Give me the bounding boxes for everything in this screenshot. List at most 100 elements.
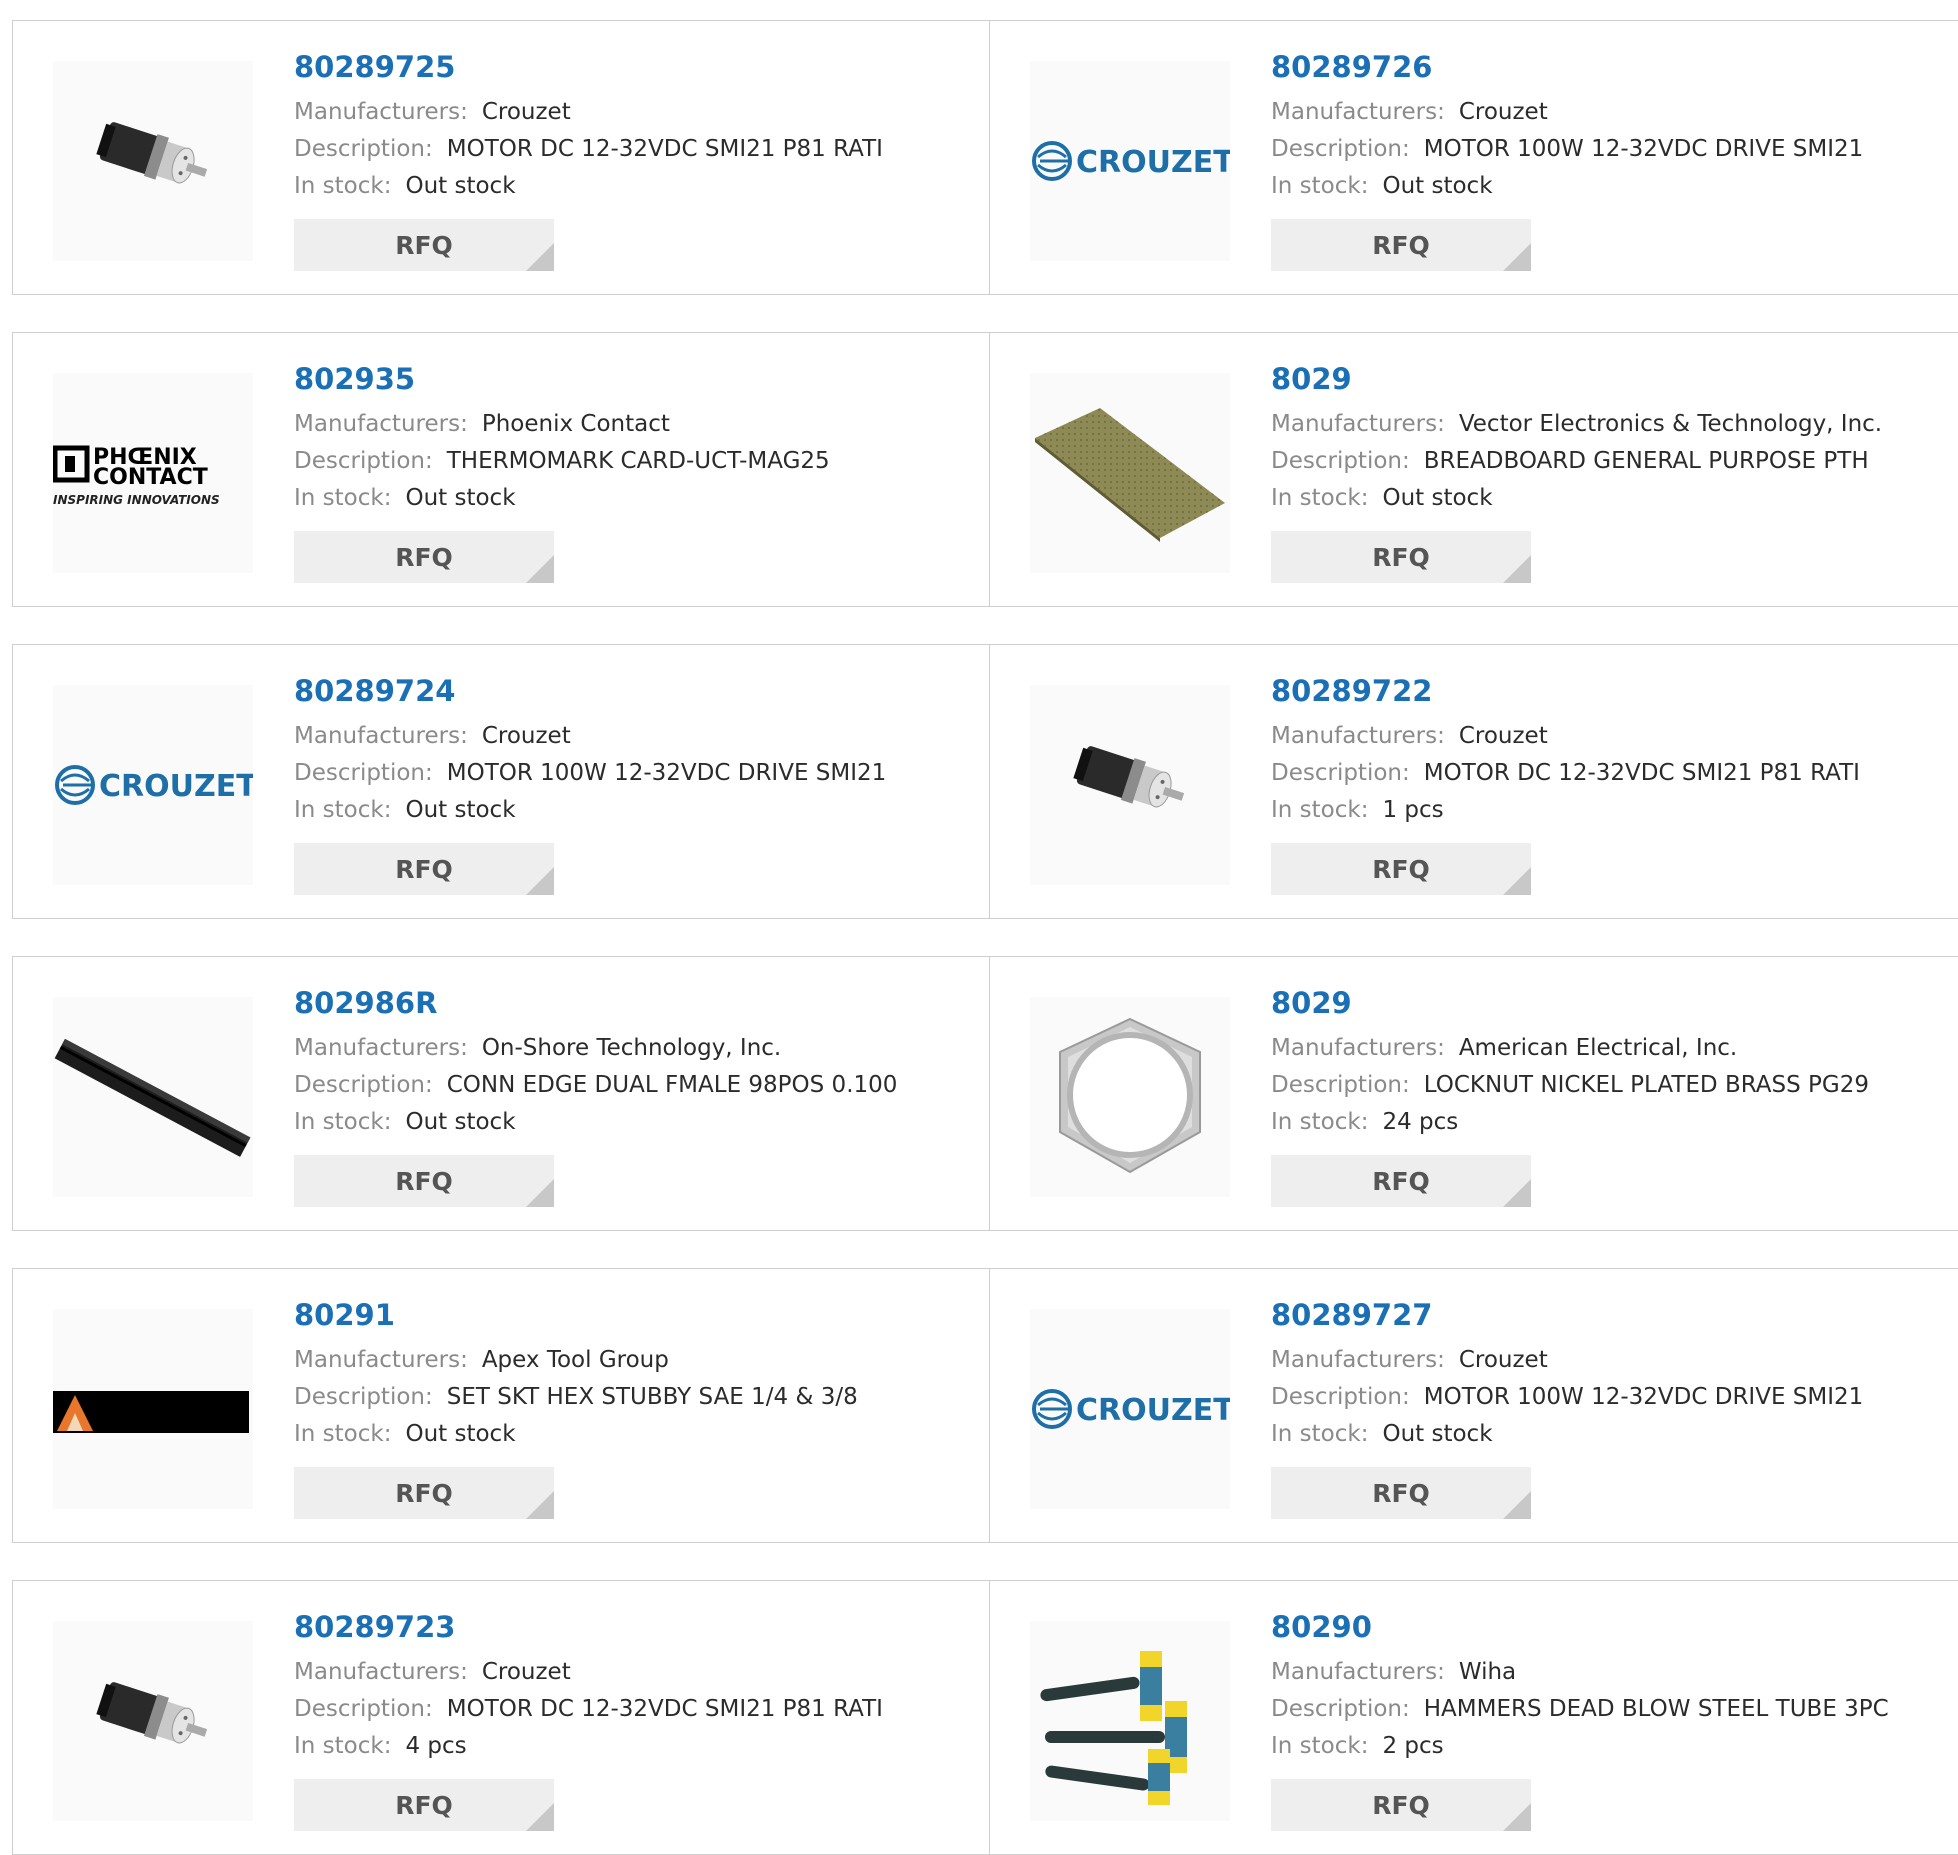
rfq-button[interactable]: RFQ	[294, 843, 554, 895]
part-number-link[interactable]: 8029	[1271, 985, 1948, 1021]
crouzet-logo-icon: CROUZET	[1032, 141, 1230, 181]
part-number-link[interactable]: 802935	[294, 361, 979, 397]
stock-label: In stock:	[1271, 1733, 1369, 1759]
crouzet-logo[interactable]: CROUZET	[1030, 61, 1230, 261]
manufacturer-value: On-Shore Technology, Inc.	[481, 1035, 782, 1061]
locknut-photo-icon	[1059, 1017, 1201, 1174]
locknut-photo[interactable]	[1030, 997, 1230, 1197]
part-number-link[interactable]: 80289723	[294, 1609, 979, 1645]
part-number-link[interactable]: 80290	[1271, 1609, 1948, 1645]
stock-value: 1 pcs	[1382, 797, 1444, 823]
part-number-link[interactable]: 80289727	[1271, 1297, 1948, 1333]
motor-photo-icon	[96, 1682, 208, 1744]
motor-photo[interactable]	[1030, 685, 1230, 885]
manufacturer-row: Manufacturers: Vector Electronics & Techn…	[1271, 406, 1948, 443]
rfq-corner-decoration	[1503, 1179, 1531, 1207]
stock-label: In stock:	[294, 1733, 392, 1759]
product-info: 80289723 Manufacturers: Crouzet Descripti…	[294, 1609, 979, 1831]
description-row: Description: MOTOR DC 12-32VDC SMI21 P81 …	[294, 1691, 979, 1728]
stock-value: Out stock	[405, 1109, 516, 1135]
manufacturer-value: Vector Electronics & Technology, Inc.	[1458, 411, 1883, 437]
stock-label: In stock:	[294, 173, 392, 199]
description-value: MOTOR 100W 12-32VDC DRIVE SMI21	[1423, 136, 1864, 162]
rfq-button[interactable]: RFQ	[294, 1467, 554, 1519]
apex-tool-logo-icon	[53, 1391, 249, 1433]
part-number-link[interactable]: 80291	[294, 1297, 979, 1333]
description-row: Description: THERMOMARK CARD-UCT-MAG25	[294, 443, 979, 480]
description-value: CONN EDGE DUAL FMALE 98POS 0.100	[446, 1072, 898, 1098]
manufacturer-value: Crouzet	[1458, 1347, 1548, 1373]
rfq-corner-decoration	[526, 1803, 554, 1831]
stock-label: In stock:	[294, 1109, 392, 1135]
part-number-link[interactable]: 80289724	[294, 673, 979, 709]
description-label: Description:	[1271, 1696, 1410, 1722]
rfq-button[interactable]: RFQ	[1271, 1155, 1531, 1207]
rfq-button[interactable]: RFQ	[1271, 843, 1531, 895]
stock-row: In stock: 4 pcs	[294, 1728, 979, 1765]
breadboard-photo[interactable]	[1030, 373, 1230, 573]
rfq-corner-decoration	[526, 1179, 554, 1207]
manufacturer-value: Wiha	[1458, 1659, 1517, 1685]
manufacturer-value: Apex Tool Group	[481, 1347, 669, 1373]
product-card: 80289722 Manufacturers: Crouzet Descripti…	[990, 644, 1958, 919]
rfq-label: RFQ	[1372, 1166, 1430, 1196]
description-label: Description:	[294, 1696, 433, 1722]
rfq-button[interactable]: RFQ	[294, 1779, 554, 1831]
rfq-button[interactable]: RFQ	[1271, 531, 1531, 583]
rfq-corner-decoration	[1503, 243, 1531, 271]
part-number-link[interactable]: 80289722	[1271, 673, 1948, 709]
manufacturer-row: Manufacturers: Apex Tool Group	[294, 1342, 979, 1379]
rfq-button[interactable]: RFQ	[294, 531, 554, 583]
rfq-label: RFQ	[1372, 1790, 1430, 1820]
part-number-link[interactable]: 80289725	[294, 49, 979, 85]
stock-label: In stock:	[1271, 173, 1369, 199]
description-label: Description:	[294, 448, 433, 474]
product-card: 80289723 Manufacturers: Crouzet Descripti…	[12, 1580, 990, 1855]
rfq-button[interactable]: RFQ	[1271, 1467, 1531, 1519]
part-number-link[interactable]: 8029	[1271, 361, 1948, 397]
description-value: SET SKT HEX STUBBY SAE 1/4 & 3/8	[446, 1384, 858, 1410]
rfq-label: RFQ	[1372, 230, 1430, 260]
manufacturer-row: Manufacturers: Crouzet	[1271, 94, 1948, 131]
edge-connector-photo[interactable]	[53, 997, 253, 1197]
rfq-label: RFQ	[395, 1166, 453, 1196]
motor-photo[interactable]	[53, 61, 253, 261]
stock-row: In stock: Out stock	[294, 480, 979, 517]
description-label: Description:	[1271, 136, 1410, 162]
rfq-button[interactable]: RFQ	[1271, 1779, 1531, 1831]
crouzet-logo-icon: CROUZET	[1032, 1389, 1230, 1429]
rfq-button[interactable]: RFQ	[294, 1155, 554, 1207]
apex-tool-logo[interactable]	[53, 1309, 253, 1509]
stock-label: In stock:	[1271, 797, 1369, 823]
motor-photo[interactable]	[53, 1621, 253, 1821]
product-info: 80289727 Manufacturers: Crouzet Descripti…	[1271, 1297, 1948, 1519]
svg-text:CROUZET: CROUZET	[1076, 145, 1230, 180]
manufacturer-value: Phoenix Contact	[481, 411, 670, 437]
hammers-photo[interactable]	[1030, 1621, 1230, 1821]
description-label: Description:	[294, 1072, 433, 1098]
product-card: 8029 Manufacturers: American Electrical, …	[990, 956, 1958, 1231]
stock-value: 2 pcs	[1382, 1733, 1444, 1759]
description-value: MOTOR DC 12-32VDC SMI21 P81 RATI	[446, 136, 883, 162]
description-row: Description: HAMMERS DEAD BLOW STEEL TUBE…	[1271, 1691, 1948, 1728]
manufacturer-value: American Electrical, Inc.	[1458, 1035, 1738, 1061]
stock-value: Out stock	[1382, 485, 1493, 511]
rfq-button[interactable]: RFQ	[1271, 219, 1531, 271]
phoenix-contact-logo[interactable]: PHŒNIX CONTACT INSPIRING INNOVATIONS	[53, 373, 253, 573]
stock-value: Out stock	[1382, 1421, 1493, 1447]
stock-row: In stock: 1 pcs	[1271, 792, 1948, 829]
part-number-link[interactable]: 802986R	[294, 985, 979, 1021]
description-value: LOCKNUT NICKEL PLATED BRASS PG29	[1423, 1072, 1869, 1098]
product-card: PHŒNIX CONTACT INSPIRING INNOVATIONS 802…	[12, 332, 990, 607]
crouzet-logo[interactable]: CROUZET	[53, 685, 253, 885]
manufacturer-value: Crouzet	[481, 723, 571, 749]
part-number-link[interactable]: 80289726	[1271, 49, 1948, 85]
rfq-label: RFQ	[395, 230, 453, 260]
product-info: 80289725 Manufacturers: Crouzet Descripti…	[294, 49, 979, 271]
description-label: Description:	[1271, 448, 1410, 474]
manufacturer-label: Manufacturers:	[294, 723, 468, 749]
stock-label: In stock:	[1271, 1421, 1369, 1447]
svg-text:CONTACT: CONTACT	[93, 465, 208, 490]
crouzet-logo[interactable]: CROUZET	[1030, 1309, 1230, 1509]
rfq-button[interactable]: RFQ	[294, 219, 554, 271]
